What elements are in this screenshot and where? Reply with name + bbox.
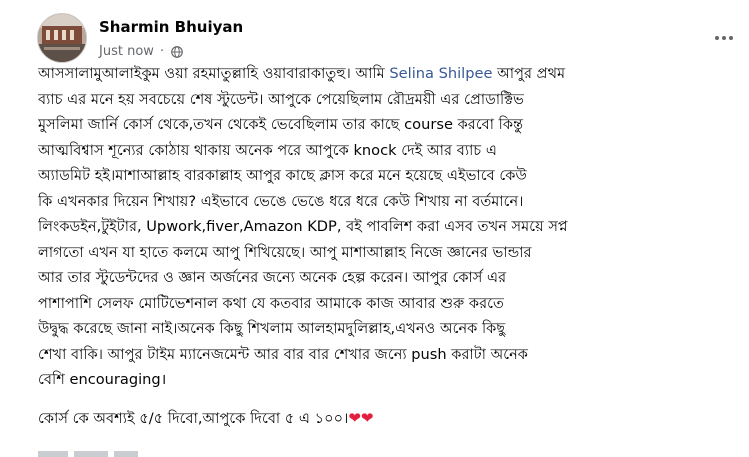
mention-link[interactable]: Selina Shilpee [389,65,492,82]
post-line-1-end: আপুর প্রথম [492,65,566,82]
reactions-bar-cut [38,451,148,457]
post-line: কি এখনকার দিয়েন শিখায়? এইভাবে ভেঙে ভেঙ… [38,192,524,210]
post-line: ব্যাচ এর মনে হয় সবচেয়ে শেষ স্টুডেন্ট। … [38,90,524,108]
more-options-icon[interactable] [709,27,739,49]
footer-icon-cut [713,451,735,457]
author-name[interactable]: Sharmin Bhuiyan [99,18,243,36]
post-line: পাশাপাশি সেলফ মোটিভেশনাল কথা যে কতবার আম… [38,294,504,312]
post-line: বেশি encouraging। [38,371,167,388]
post-line: মুসলিমা জার্নি কোর্স থেকে,তখন থেকেই ভেবে… [38,116,524,133]
post-line: শেখা বাকি। আপুর টাইম ম্যানেজমেন্ট আর বার… [38,345,528,363]
avatar[interactable] [37,13,87,63]
post-line: লাগতো এখন যা হাতে কলমে আপু শিখিয়েছে। আপ… [38,243,532,261]
post-line: লিংকডইন,টুইটার, Upwork,fiver,Amazon KDP,… [38,218,568,235]
post-line: আত্মবিশ্বাস শূন্যের কোঠায় থাকায় অনেক প… [38,141,497,159]
post-line-1: আসসালামুআলাইকুম ওয়া রহমাতুল্লাহি ওয়াবা… [38,61,728,87]
avatar-photo [38,14,86,62]
post-final-line: কোর্স কে অবশ্যই ৫/৫ দিবো,আপুকে দিবো ৫ এ … [38,406,373,431]
post-line-1-start: আসসালামুআলাইকুম ওয়া রহমাতুল্লাহি ওয়াবা… [38,65,390,82]
post-line: অ্যাডমিট হই।মাশাআল্লাহ বারকাল্লাহ আপুর ক… [38,167,527,184]
heart-emoji-icon: ❤❤ [348,409,374,427]
globe-icon [171,45,184,58]
rating-text: কোর্স কে অবশ্যই ৫/৫ দিবো,আপুকে দিবো ৫ এ … [38,410,349,427]
post-line: আর তার স্টুডেন্টদের ও জ্ঞান অর্জনের জন্য… [38,269,507,286]
meta-separator: · [160,44,165,59]
post-line: উদ্বুদ্ধ করেছে জানা নাই।অনেক কিছু শিখলাম… [38,320,506,337]
post-text: আসসালামুআলাইকুম ওয়া রহমাতুল্লাহি ওয়াবা… [38,61,728,393]
post-meta: Just now · [99,44,184,59]
post-timestamp[interactable]: Just now [99,44,154,59]
post-header: Sharmin Bhuiyan Just now · [37,13,737,65]
